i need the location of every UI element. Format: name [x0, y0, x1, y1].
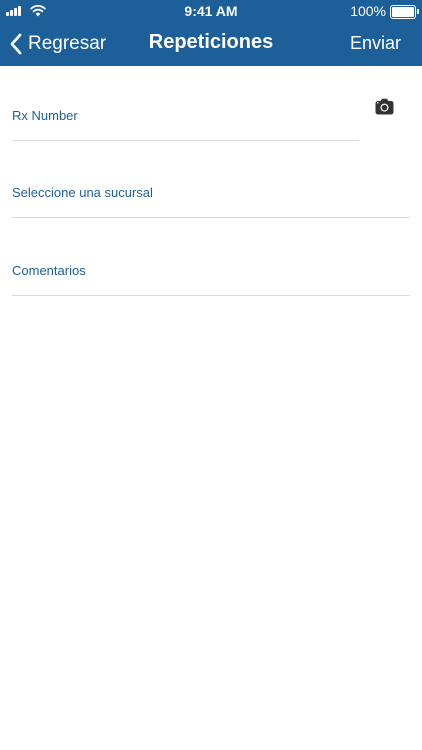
status-bar: 9:41 AM 100%: [0, 0, 422, 22]
rx-number-field[interactable]: Rx Number: [12, 66, 359, 141]
send-button[interactable]: Enviar: [350, 33, 401, 54]
comments-label: Comentarios: [12, 263, 86, 278]
branch-select[interactable]: Seleccione una sucursal: [12, 140, 410, 218]
battery-icon: [390, 5, 419, 19]
rx-number-label: Rx Number: [12, 108, 78, 123]
top-bar: 9:41 AM 100% Regresar Repeticiones Envia…: [0, 0, 422, 66]
branch-select-label: Seleccione una sucursal: [12, 185, 153, 200]
battery-percentage: 100%: [350, 3, 386, 19]
camera-icon[interactable]: [375, 98, 394, 115]
comments-field[interactable]: Comentarios: [12, 217, 410, 296]
navigation-bar: Regresar Repeticiones Enviar: [0, 22, 422, 66]
